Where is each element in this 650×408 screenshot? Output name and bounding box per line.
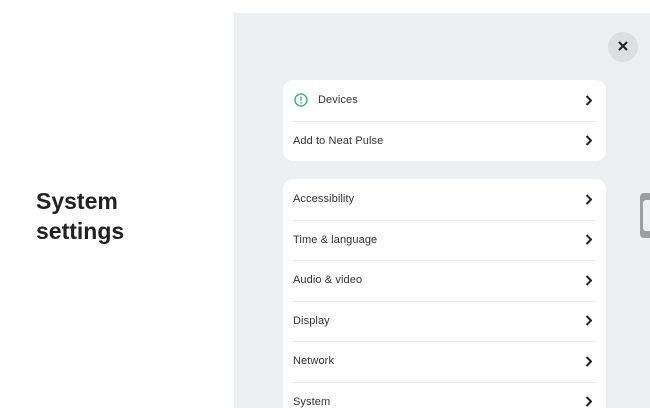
settings-screen: System settings Devices Add to Neat Puls… (0, 0, 650, 408)
side-panel-handle[interactable] (640, 193, 650, 238)
chevron-right-icon (584, 193, 594, 205)
close-button[interactable] (608, 32, 638, 62)
page-title: System settings (36, 188, 125, 244)
settings-item-label: Devices (318, 94, 358, 107)
settings-item-display[interactable]: Display (283, 300, 606, 342)
settings-item-system[interactable]: System (283, 381, 606, 408)
settings-item-accessibility[interactable]: Accessibility (283, 179, 606, 220)
settings-item-network[interactable]: Network (283, 341, 606, 382)
chevron-right-icon (584, 94, 594, 106)
settings-item-label: System (293, 395, 331, 408)
info-circle-icon (293, 92, 309, 108)
close-icon (618, 38, 628, 56)
settings-item-devices[interactable]: Devices (283, 80, 606, 121)
settings-item-add-to-neat-pulse[interactable]: Add to Neat Pulse (283, 120, 606, 162)
settings-item-label: Network (293, 355, 335, 368)
chevron-right-icon (584, 315, 594, 327)
settings-item-label: Time & language (293, 233, 378, 246)
chevron-right-icon (584, 135, 594, 147)
main-settings-card: Accessibility Time & language Audio & vi… (283, 179, 606, 408)
chevron-right-icon (584, 355, 594, 367)
top-settings-card: Devices Add to Neat Pulse (283, 80, 606, 161)
settings-item-label: Add to Neat Pulse (293, 134, 384, 147)
settings-item-label: Audio & video (293, 274, 363, 287)
settings-item-label: Display (293, 314, 330, 327)
settings-item-label: Accessibility (293, 193, 355, 206)
settings-item-audio-video[interactable]: Audio & video (283, 260, 606, 301)
settings-item-time-language[interactable]: Time & language (283, 219, 606, 261)
chevron-right-icon (584, 274, 594, 286)
chevron-right-icon (584, 234, 594, 246)
chevron-right-icon (584, 396, 594, 408)
